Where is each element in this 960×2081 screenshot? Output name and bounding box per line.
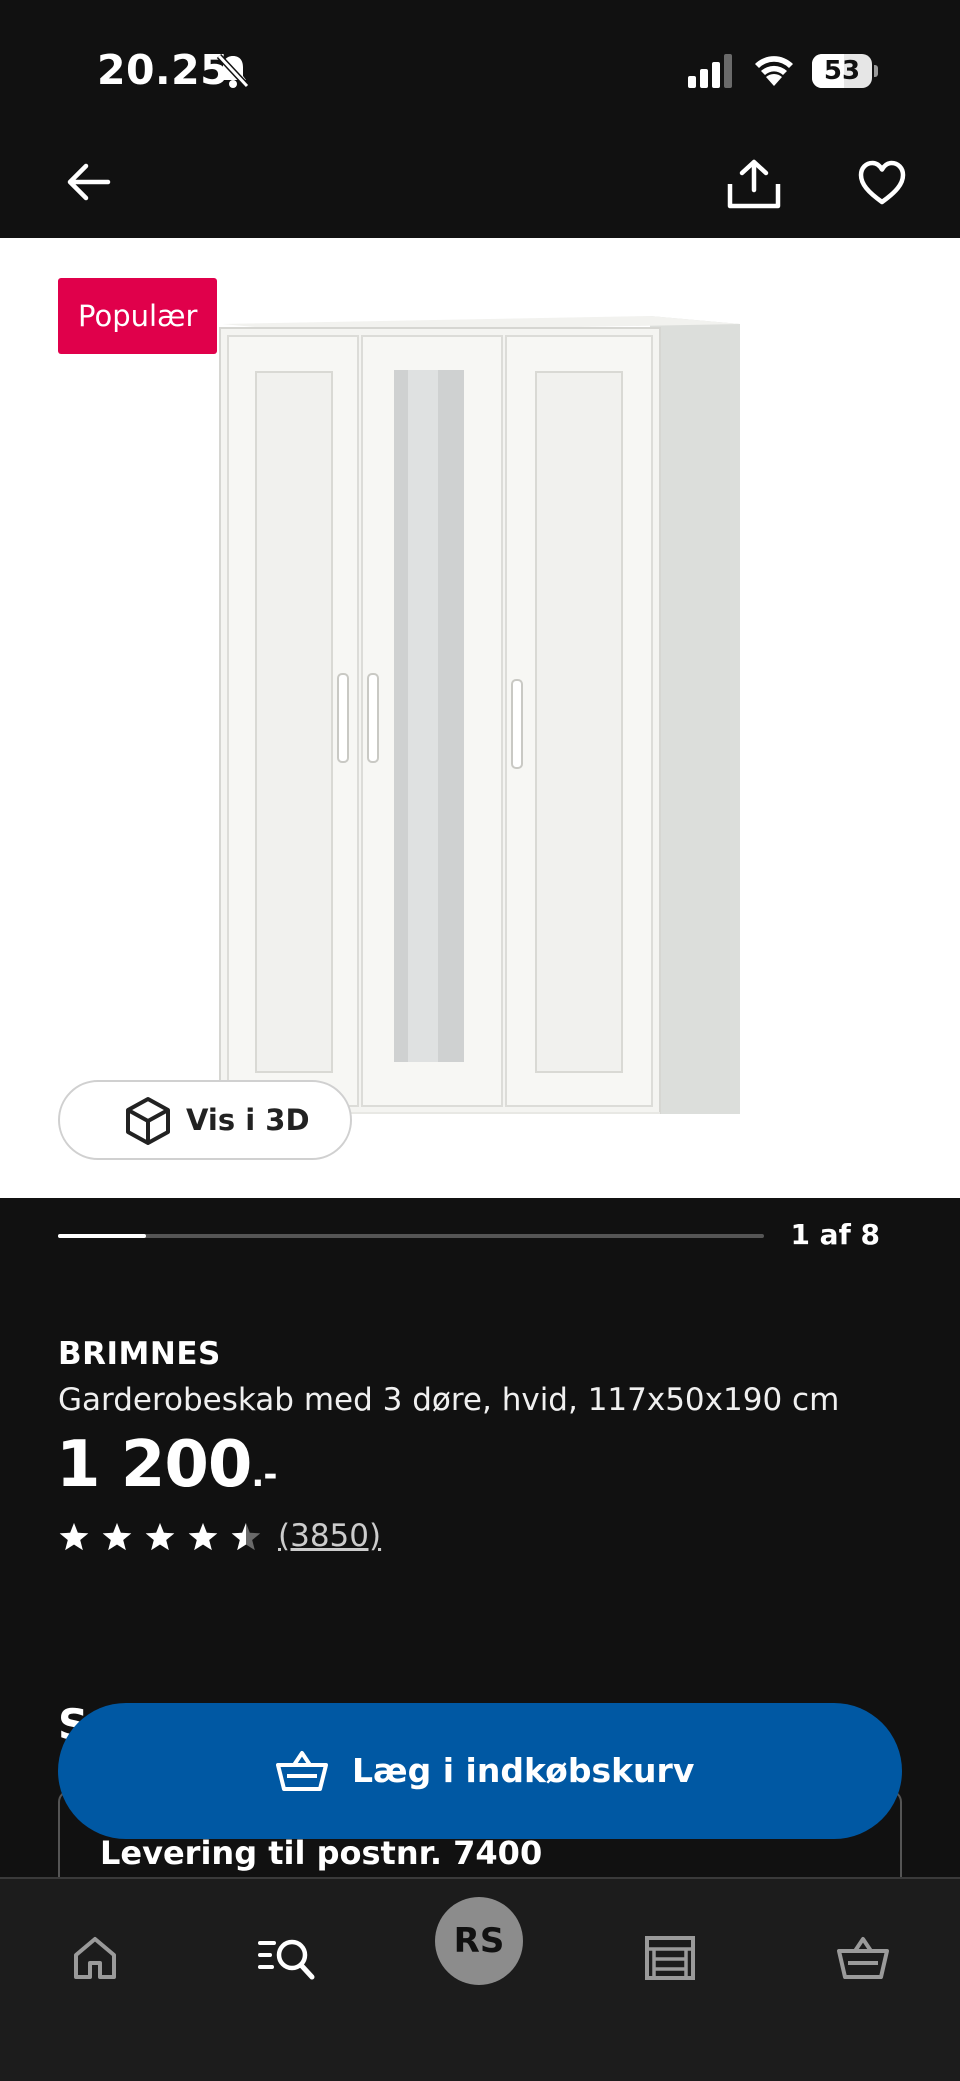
gallery-progress-fill	[58, 1234, 147, 1238]
wifi-icon	[755, 56, 793, 86]
rating-stars[interactable]	[58, 1520, 268, 1556]
price-value: 1 200	[56, 1428, 252, 1502]
battery-indicator: 53	[812, 54, 878, 88]
product-image-gallery[interactable]: Populær Vis i 3D	[0, 238, 960, 1198]
gallery-page-counter: 1 af 8	[790, 1218, 880, 1251]
store-icon[interactable]	[644, 1935, 696, 1981]
shopping-basket-icon	[276, 1751, 328, 1791]
status-time: 20.25	[97, 46, 230, 94]
bell-muted-icon	[216, 53, 250, 89]
gallery-progress-bar	[58, 1234, 764, 1238]
view-in-3d-label: Vis i 3D	[186, 1103, 310, 1137]
status-bar: 20.25 53	[0, 0, 960, 140]
rating-star-filled	[188, 1523, 218, 1551]
add-to-cart-label: Læg i indkøbskurv	[352, 1751, 695, 1790]
review-count-link[interactable]: (3850)	[278, 1518, 381, 1554]
price-suffix: .-	[251, 1455, 277, 1495]
cellular-signal-icon	[688, 54, 732, 88]
bottom-navigation: RS	[0, 1877, 960, 2081]
battery-percentage: 53	[823, 56, 861, 86]
product-description: Garderobeskab med 3 døre, hvid, 117x50x1…	[58, 1382, 840, 1418]
arrow-left-icon[interactable]	[64, 158, 112, 206]
rating-star-filled	[145, 1523, 175, 1551]
share-icon[interactable]	[726, 158, 782, 210]
heart-icon[interactable]	[858, 160, 906, 206]
rating-star-filled	[59, 1523, 89, 1551]
product-name: BRIMNES	[58, 1336, 221, 1372]
home-icon[interactable]	[72, 1935, 118, 1981]
search-icon[interactable]	[258, 1935, 316, 1981]
view-in-3d-button[interactable]: Vis i 3D	[58, 1080, 352, 1160]
product-price: 1 200.-	[56, 1428, 277, 1502]
avatar[interactable]: RS	[435, 1897, 523, 1985]
product-image	[219, 316, 740, 1114]
delivery-label: Levering til postnr. 7400	[100, 1834, 543, 1872]
add-to-cart-button[interactable]: Læg i indkøbskurv	[58, 1703, 902, 1839]
cart-icon[interactable]	[836, 1935, 890, 1981]
rating-star-filled	[102, 1523, 132, 1551]
cube-icon	[126, 1097, 170, 1145]
popular-badge: Populær	[58, 278, 218, 354]
